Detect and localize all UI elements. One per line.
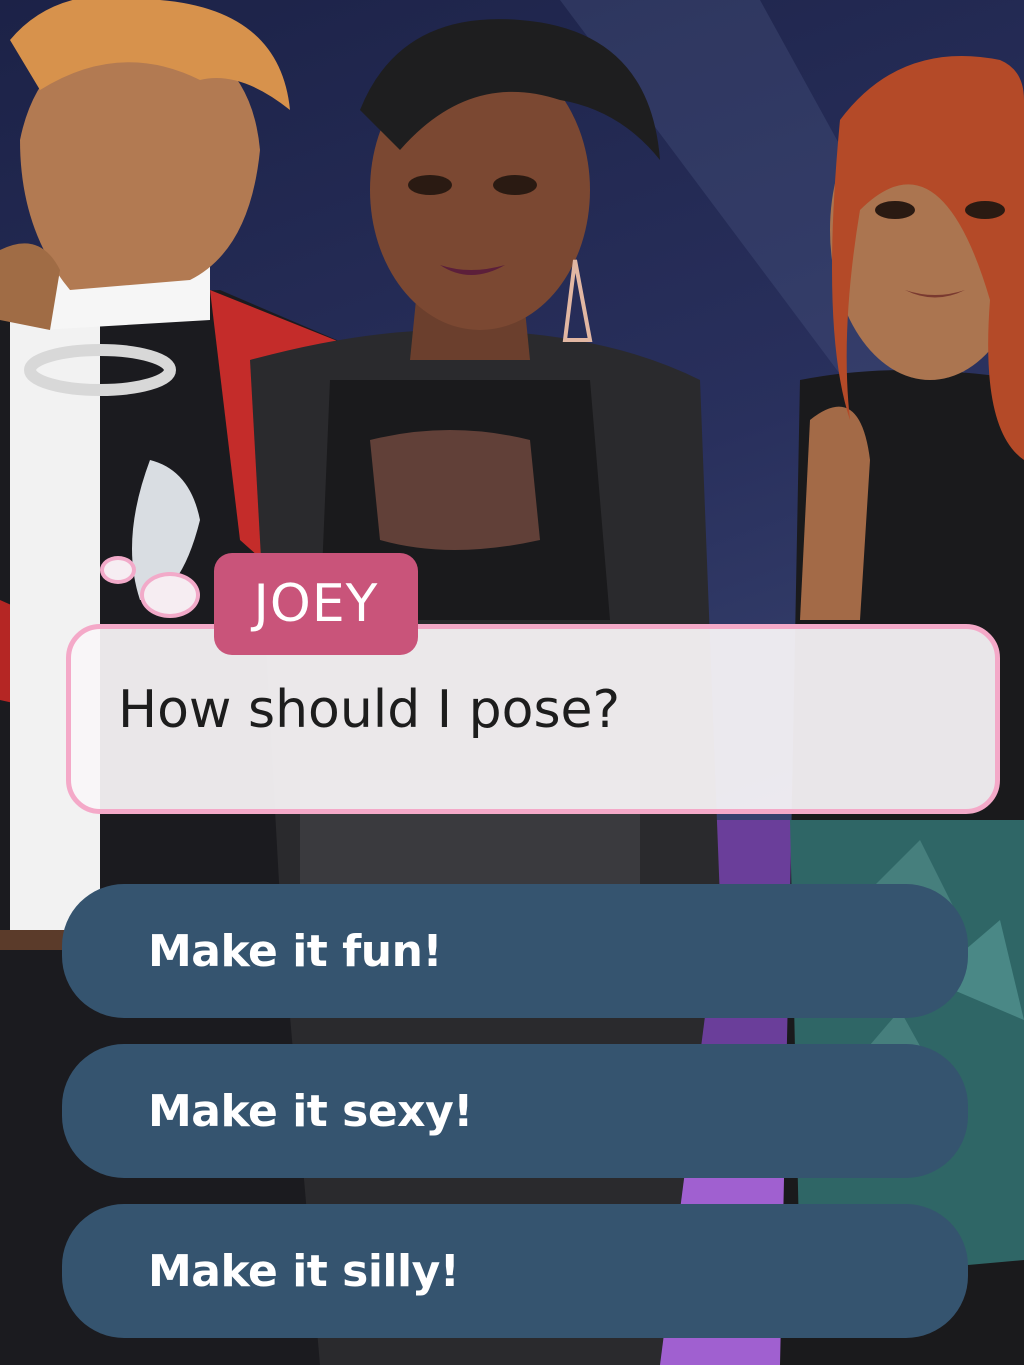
choice-button-sexy[interactable]: Make it sexy! xyxy=(62,1044,968,1178)
dialogue-text: How should I pose? xyxy=(118,680,621,740)
thought-dot-large xyxy=(140,572,200,618)
speaker-name-tag: JOEY xyxy=(214,553,418,655)
choice-label: Make it fun! xyxy=(148,925,443,977)
choice-label: Make it silly! xyxy=(148,1245,460,1297)
choice-button-silly[interactable]: Make it silly! xyxy=(62,1204,968,1338)
thought-dot-small xyxy=(100,556,136,584)
choice-label: Make it sexy! xyxy=(148,1085,473,1137)
scene-background: JOEY How should I pose? Make it fun! Mak… xyxy=(0,0,1024,1365)
choice-button-fun[interactable]: Make it fun! xyxy=(62,884,968,1018)
